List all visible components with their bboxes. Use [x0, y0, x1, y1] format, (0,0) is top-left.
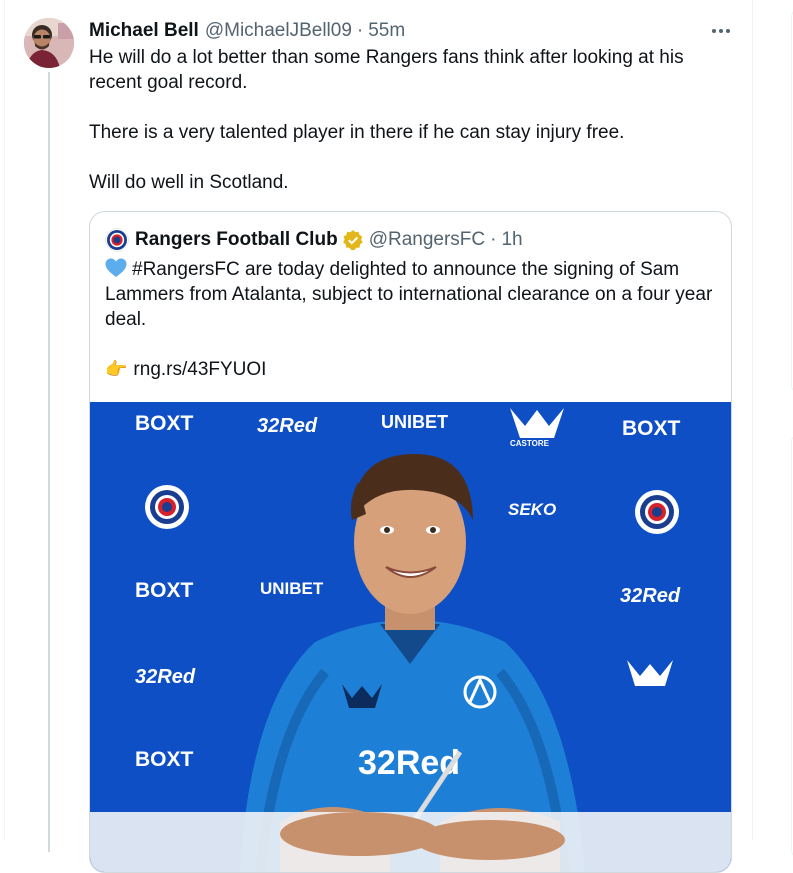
backdrop-logo: UNIBET — [381, 412, 448, 432]
backdrop-logo: BOXT — [135, 579, 194, 602]
dot-separator: · — [356, 20, 364, 41]
tweet-paragraph: There is a very talented player in there… — [89, 122, 625, 143]
rangers-crest-icon[interactable] — [105, 228, 129, 252]
tweet-paragraph: Will do well in Scotland. — [89, 172, 289, 193]
backdrop-logo: BOXT — [135, 412, 194, 435]
tweet-timestamp[interactable]: 55m — [368, 20, 405, 42]
quoted-tweet-header: Rangers Football Club @RangersFC · 1h — [105, 228, 523, 252]
backdrop-logo: SEKO — [508, 500, 556, 519]
backdrop-logo: 32Red — [257, 415, 318, 437]
backdrop-logo: BOXT — [622, 417, 681, 440]
quoted-timestamp[interactable]: 1h — [501, 229, 522, 251]
dot-separator: · — [490, 229, 497, 250]
quoted-paragraph: 👉 rng.rs/43FYUOI — [105, 357, 715, 382]
pointing-finger-icon: 👉 — [105, 359, 128, 379]
more-icon — [712, 29, 716, 33]
quoted-author-name[interactable]: Rangers Football Club — [135, 229, 338, 251]
author-avatar[interactable] — [24, 18, 74, 68]
quoted-media-image[interactable]: BOXT 32Red UNIBET CASTORE BOXT SEKO BOXT… — [90, 402, 731, 872]
quoted-hashtag-text: #RangersFC are today delighted to announ… — [105, 259, 713, 330]
more-options-button[interactable] — [708, 18, 734, 44]
timeline-left-border — [4, 0, 5, 840]
tweet-header: Michael Bell @MichaelJBell09 · 55m — [89, 19, 405, 43]
author-handle[interactable]: @MichaelJBell09 — [205, 20, 352, 42]
tweet-text: He will do a lot better than some Ranger… — [89, 45, 729, 195]
blue-heart-icon — [105, 258, 127, 277]
backdrop-crest — [145, 485, 189, 529]
backdrop-logo: BOXT — [135, 748, 194, 771]
tweet-paragraph: He will do a lot better than some Ranger… — [89, 47, 684, 93]
backdrop-crest — [635, 490, 679, 534]
thread-connector-line — [48, 72, 50, 852]
timeline-right-border — [752, 0, 753, 840]
quoted-tweet-card[interactable]: Rangers Football Club @RangersFC · 1h #R… — [89, 211, 732, 873]
backdrop-logo: 32Red — [135, 666, 196, 688]
quoted-link[interactable]: rng.rs/43FYUOI — [133, 359, 266, 380]
backdrop-logo: 32Red — [620, 585, 681, 607]
quoted-tweet-text: #RangersFC are today delighted to announ… — [105, 257, 715, 382]
quoted-paragraph: #RangersFC are today delighted to announ… — [105, 257, 715, 332]
backdrop-logo: UNIBET — [260, 579, 324, 598]
author-name[interactable]: Michael Bell — [89, 20, 199, 42]
backdrop-logo: CASTORE — [510, 439, 550, 448]
verified-badge-icon — [342, 230, 363, 251]
quoted-author-handle[interactable]: @RangersFC — [369, 229, 485, 251]
